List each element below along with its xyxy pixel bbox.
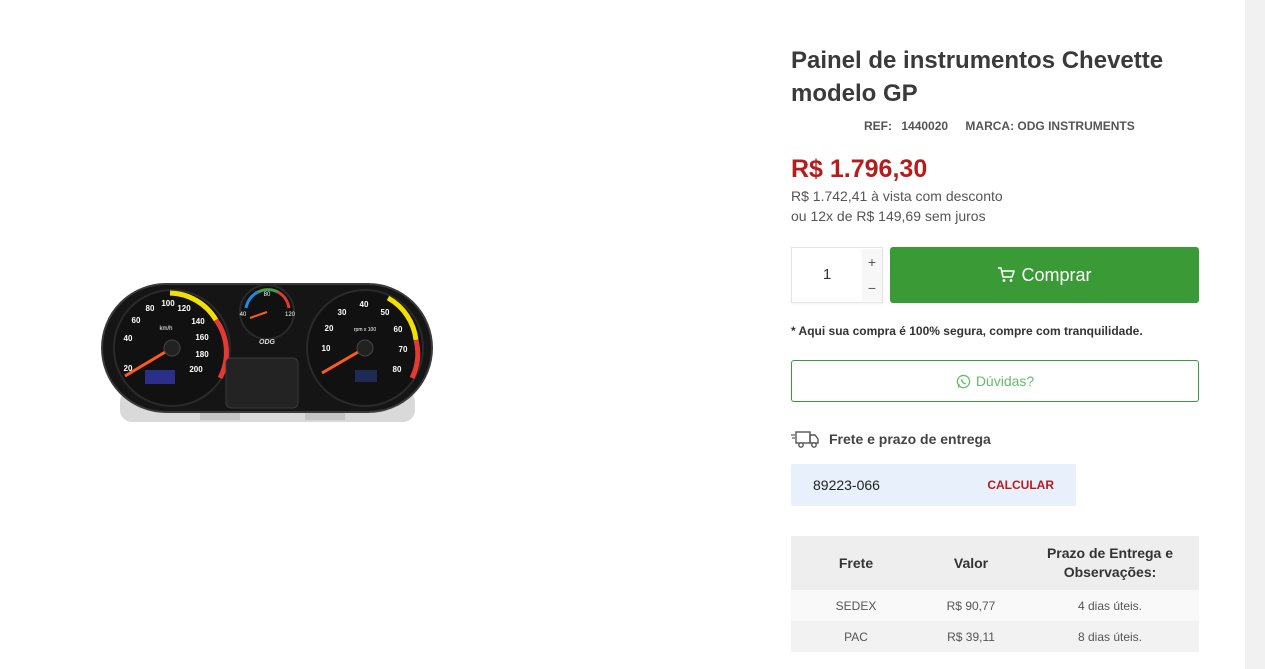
shipping-service: SEDEX	[791, 590, 921, 621]
speed-unit-label: km/h	[159, 326, 172, 332]
odometer-display	[145, 370, 175, 384]
table-row: SEDEX R$ 90,77 4 dias úteis.	[791, 590, 1199, 621]
rpm-tick-label: 70	[399, 345, 408, 354]
brand-label: MARCA: ODG INSTRUMENTS	[965, 119, 1135, 133]
quantity-increase-button[interactable]: +	[862, 249, 882, 275]
calculate-shipping-button[interactable]: CALCULAR	[987, 464, 1054, 506]
page-scrollbar[interactable]	[1245, 0, 1265, 669]
speed-tick-label: 40	[124, 334, 133, 343]
shipping-term: 8 dias úteis.	[1021, 621, 1199, 652]
table-row: PAC R$ 39,11 8 dias úteis.	[791, 621, 1199, 652]
speed-needle-hub	[163, 339, 181, 357]
shipping-heading-text: Frete e prazo de entrega	[829, 431, 991, 447]
cash-price: R$ 1.742,41 à vista com desconto	[791, 188, 1003, 204]
column-header-frete: Frete	[791, 536, 921, 590]
temp-tick-label: 80	[264, 292, 271, 298]
shipping-table-header: Frete Valor Prazo de Entrega e Observaçõ…	[791, 536, 1199, 590]
speed-tick-label: 60	[132, 316, 141, 325]
rpm-tick-label: 40	[360, 300, 369, 309]
whatsapp-icon	[956, 374, 971, 388]
cluster-brand-text: ODG	[259, 339, 276, 346]
quantity-decrease-button[interactable]: −	[862, 275, 882, 301]
column-header-valor: Valor	[921, 536, 1021, 590]
shipping-service: PAC	[791, 621, 921, 652]
rpm-tick-label: 30	[338, 308, 347, 317]
column-header-prazo: Prazo de Entrega e Observações:	[1021, 536, 1199, 590]
rpm-tick-label: 50	[381, 308, 390, 317]
rpm-tick-label: 20	[325, 324, 334, 333]
secure-purchase-note: * Aqui sua compra é 100% segura, compre …	[791, 324, 1143, 338]
speed-tick-label: 160	[195, 333, 209, 342]
speed-tick-label: 180	[195, 350, 209, 359]
doubts-button[interactable]: Dúvidas?	[791, 360, 1199, 402]
product-price: R$ 1.796,30	[791, 155, 928, 183]
shipping-term: 4 dias úteis.	[1021, 590, 1199, 621]
cep-input[interactable]: 89223-066	[813, 464, 880, 506]
rpm-tick-label: 60	[394, 325, 403, 334]
buy-button[interactable]: Comprar	[890, 247, 1199, 303]
doubts-button-label: Dúvidas?	[975, 373, 1035, 389]
product-meta: REF: 1440020 MARCA: ODG INSTRUMENTS	[864, 119, 1141, 133]
buy-button-label: Comprar	[1021, 264, 1092, 285]
center-grille	[225, 357, 299, 409]
ref-value: 1440020	[901, 119, 949, 133]
rpm-tick-label: 10	[322, 344, 331, 353]
temp-tick-label: 40	[240, 312, 247, 318]
cep-form: 89223-066 CALCULAR	[791, 464, 1076, 506]
shipping-heading: Frete e prazo de entrega	[791, 428, 991, 450]
instrument-cluster-illustration: 20 40 60 80 100 120 140 160 180 200 km/h…	[101, 283, 433, 422]
rpm-needle-hub	[356, 339, 374, 357]
ref-label: REF:	[864, 119, 892, 133]
speed-tick-label: 120	[177, 304, 191, 313]
installments: ou 12x de R$ 149,69 sem juros	[791, 208, 986, 224]
product-title: Painel de instrumentos Chevette modelo G…	[791, 47, 1164, 107]
temp-tick-label: 120	[285, 312, 296, 318]
speed-tick-label: 80	[146, 304, 155, 313]
speed-tick-label: 200	[189, 365, 203, 374]
quantity-input[interactable]: 1	[792, 248, 862, 302]
rpm-tick-label: 80	[393, 365, 402, 374]
quantity-stepper: 1 + −	[791, 247, 883, 303]
truck-icon	[791, 431, 819, 448]
cart-icon	[998, 267, 1016, 282]
shipping-table: Frete Valor Prazo de Entrega e Observaçõ…	[791, 536, 1199, 652]
speed-tick-label: 20	[124, 364, 133, 373]
shipping-price: R$ 39,11	[921, 621, 1021, 652]
speed-tick-label: 140	[191, 317, 205, 326]
rpm-unit-label: rpm x 100	[354, 327, 376, 333]
speed-tick-label: 100	[161, 299, 175, 308]
tacho-display	[355, 370, 377, 382]
product-image: 20 40 60 80 100 120 140 160 180 200 km/h…	[100, 278, 435, 428]
shipping-price: R$ 90,77	[921, 590, 1021, 621]
